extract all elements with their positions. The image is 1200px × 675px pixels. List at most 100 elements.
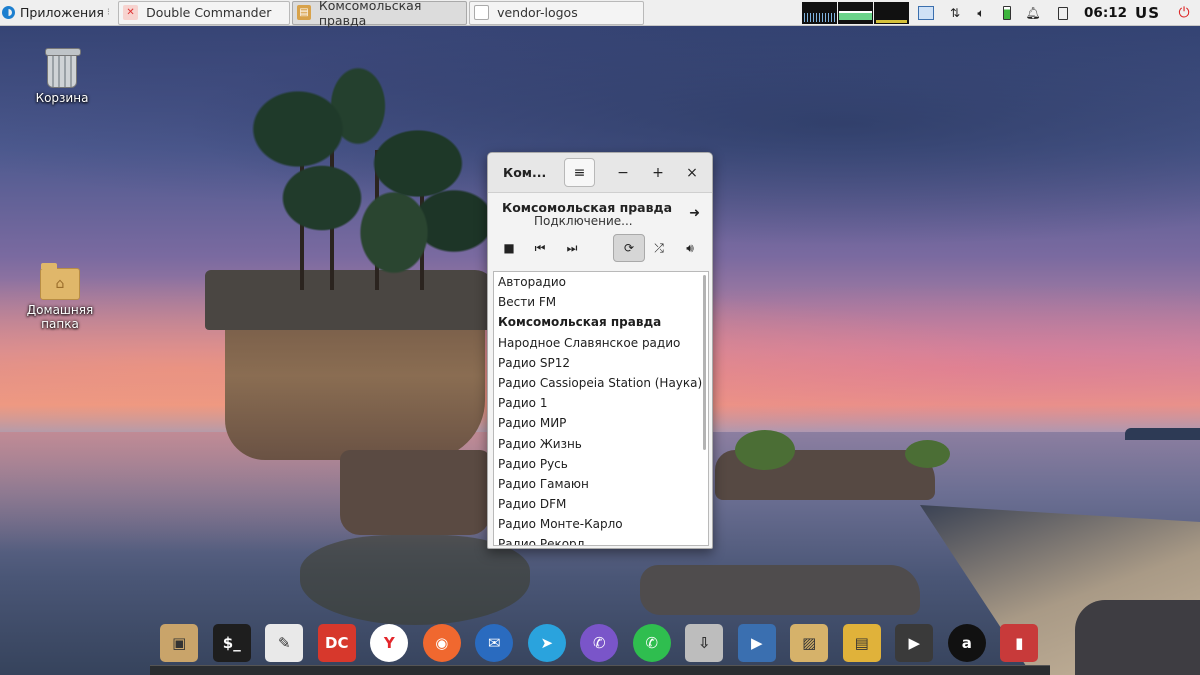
volume-icon[interactable]: 🔈︎	[970, 2, 992, 24]
dock-item[interactable]: ▣	[153, 620, 206, 666]
station-item-current[interactable]: Комсомольская правда	[494, 312, 708, 332]
menu-separator-icon: ⁝	[106, 7, 111, 18]
power-icon[interactable]: ⏻	[1174, 3, 1194, 23]
keyboard-layout-indicator[interactable]: us	[1135, 4, 1160, 22]
dock-item[interactable]: a	[941, 620, 994, 666]
wallpaper-rock-right	[1075, 600, 1200, 675]
viber-icon: ✆	[580, 624, 619, 662]
dock-item[interactable]: DC	[311, 620, 364, 666]
wallpaper-front-rocks	[640, 565, 920, 615]
dock-item[interactable]: ✎	[258, 620, 311, 666]
dock-item[interactable]: ▶	[731, 620, 784, 666]
repeat-toggle-button[interactable]: ⟳	[613, 234, 645, 262]
forward-arrow-icon[interactable]: ➜	[689, 206, 700, 221]
terminal-icon: $_	[212, 624, 251, 662]
station-item[interactable]: Радио Жизнь	[494, 434, 708, 454]
notification-bell-icon[interactable]: 🔔︎	[1022, 2, 1044, 24]
shuffle-button[interactable]: ⤮	[646, 235, 672, 261]
dock-item[interactable]: ✆	[573, 620, 626, 666]
window-title: Ком...	[503, 165, 547, 180]
book-reader-icon: ▮	[1000, 624, 1039, 662]
system-tray: ⇅ 🔈︎ 🔔︎ 06:12 us ⏻	[802, 0, 1200, 26]
applications-logo-icon	[2, 6, 15, 19]
network-transfer-icon[interactable]: ⇅	[944, 2, 966, 24]
wallpaper-bush	[905, 440, 950, 468]
dock-item[interactable]: ▨	[783, 620, 836, 666]
dock-item[interactable]: ◉	[416, 620, 469, 666]
whatsapp-icon: ✆	[632, 624, 671, 662]
network-monitor[interactable]	[874, 2, 910, 24]
dock-item[interactable]: ➤	[521, 620, 574, 666]
image-viewer-icon: ▨	[790, 624, 829, 662]
dock-item[interactable]: $_	[206, 620, 259, 666]
dock-item[interactable]: ✆	[626, 620, 679, 666]
video-editor-icon: ▶	[737, 624, 776, 662]
wallpaper-bush	[735, 430, 795, 470]
previous-button[interactable]: ⏮	[527, 235, 553, 261]
taskbar-item-radio[interactable]: ▤ Комсомольская правда	[292, 0, 468, 28]
double-commander-icon: ✕	[123, 5, 139, 20]
cpu-monitor[interactable]	[802, 2, 838, 24]
station-list-scrollbar[interactable]	[703, 275, 706, 450]
radio-tray-icon: ▤	[842, 624, 881, 662]
volume-button[interactable]: 🔊︎	[677, 235, 703, 261]
now-playing-station: Комсомольская правда	[502, 200, 673, 215]
now-playing-status: Подключение...	[534, 214, 633, 228]
memory-monitor[interactable]	[838, 2, 874, 24]
station-item[interactable]: Радио Cassiopeia Station (Наука)	[494, 373, 708, 393]
taskbar-item-double-commander[interactable]: ✕ Double Commander	[118, 0, 291, 25]
wallpaper-horizon-land	[1125, 428, 1200, 440]
close-button[interactable]: ×	[682, 163, 702, 183]
stop-button[interactable]: ■	[496, 235, 522, 261]
media-player-icon: ▶	[895, 624, 934, 662]
archive-manager-icon: ▣	[160, 624, 199, 662]
dock: ▣ $_ ✎ DC Y ◉ ✉ ➤ ✆ ✆ ⇩ ▶ ▨ ▤ ▶ a ▮	[153, 620, 1046, 666]
taskbar-item-vendor-logos[interactable]: vendor-logos	[469, 0, 645, 25]
desktop-icon-trash[interactable]: Корзина	[22, 48, 102, 105]
radio-tray-icon: ▤	[297, 5, 311, 20]
station-item[interactable]: Радио 1	[494, 393, 708, 413]
station-item[interactable]: Радио Русь	[494, 454, 708, 474]
hamburger-menu-button[interactable]: ≡	[564, 158, 595, 187]
desktop-icon-label: Домашняя папка	[26, 303, 94, 331]
station-item[interactable]: Радио МИР	[494, 413, 708, 433]
clock[interactable]: 06:12	[1084, 5, 1127, 21]
wallpaper-rock-base	[340, 450, 490, 535]
station-item[interactable]: Радио Монте-Карло	[494, 514, 708, 534]
dock-item[interactable]: ✉	[468, 620, 521, 666]
dock-item[interactable]: ▤	[836, 620, 889, 666]
dock-item[interactable]: ▮	[993, 620, 1046, 666]
station-item[interactable]: Народное Славянское радио	[494, 333, 708, 353]
station-item[interactable]: Вести FM	[494, 292, 708, 312]
dock-item[interactable]: ▶	[888, 620, 941, 666]
downloader-icon: ⇩	[685, 624, 724, 662]
minimize-button[interactable]: −	[613, 163, 633, 183]
taskbar-item-label: vendor-logos	[497, 5, 578, 20]
station-item[interactable]: Радио SP12	[494, 353, 708, 373]
text-file-icon	[474, 5, 490, 20]
dock-item[interactable]: ⇩	[678, 620, 731, 666]
now-playing: Комсомольская правда Подключение... ➜	[488, 193, 712, 231]
station-item[interactable]: Авторадио	[494, 272, 708, 292]
text-editor-icon: ✎	[265, 624, 304, 662]
desktop-icon-home[interactable]: Домашняя папка	[20, 263, 100, 331]
telegram-icon: ➤	[527, 624, 566, 662]
battery-icon[interactable]	[996, 2, 1018, 24]
dock-item[interactable]: Y	[363, 620, 416, 666]
desktop-icon-label: Корзина	[35, 91, 89, 105]
clipboard-icon[interactable]	[1052, 2, 1074, 24]
applications-menu[interactable]: Приложения ⁝	[0, 0, 116, 26]
home-folder-icon	[40, 263, 80, 300]
yandex-browser-icon: Y	[370, 624, 409, 662]
taskbar-item-label: Double Commander	[146, 5, 272, 20]
station-item[interactable]: Радио Рекорд	[494, 534, 708, 545]
station-item[interactable]: Радио Гамаюн	[494, 474, 708, 494]
station-item[interactable]: Радио DFM	[494, 494, 708, 514]
maximize-button[interactable]: +	[648, 163, 668, 183]
screenshot-icon[interactable]	[918, 6, 935, 20]
next-button[interactable]: ⏭	[559, 235, 585, 261]
window-header[interactable]: Ком... ≡ − + ×	[488, 153, 712, 193]
station-list[interactable]: Авторадио Вести FM Комсомольская правда …	[493, 271, 709, 546]
thunderbird-icon: ✉	[475, 624, 514, 662]
playback-controls: ■ ⏮ ⏭ ⟳ ⤮ 🔊︎	[488, 231, 712, 269]
